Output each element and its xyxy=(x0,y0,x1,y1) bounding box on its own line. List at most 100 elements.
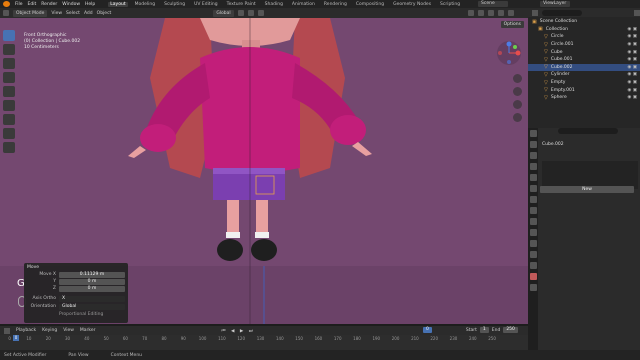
outliner-item[interactable]: ▽ Cube.002 ◉ ▣ xyxy=(528,63,640,72)
outliner-item[interactable]: ▽ Sphere ◉ ▣ xyxy=(528,94,640,102)
editor-type-icon[interactable] xyxy=(3,10,9,16)
viewlayer-selector[interactable]: ViewLayer xyxy=(540,1,570,7)
scene-selector[interactable]: Scene xyxy=(478,1,508,7)
visibility-toggles[interactable]: ◉ ▣ xyxy=(627,50,637,55)
select-tool-icon[interactable] xyxy=(3,30,15,41)
visibility-toggles[interactable]: ◉ ▣ xyxy=(627,27,637,32)
outliner-item[interactable]: ▽ Cube ◉ ▣ xyxy=(528,48,640,56)
constraints-tab-icon[interactable] xyxy=(529,251,537,258)
view-layer-tab-icon[interactable] xyxy=(529,163,537,170)
xray-icon[interactable] xyxy=(497,10,504,16)
outliner-item[interactable]: ▽ Circle.001 ◉ ▣ xyxy=(528,41,640,49)
measure-tool-icon[interactable] xyxy=(3,128,15,139)
material-slot-list[interactable] xyxy=(542,161,638,189)
navigation-gizmo-icon[interactable] xyxy=(496,40,522,66)
menu-render[interactable]: Render xyxy=(41,2,57,7)
output-tab-icon[interactable] xyxy=(529,152,537,159)
texture-tab-icon[interactable] xyxy=(529,284,537,291)
outliner-item[interactable]: ▽ Empty.001 ◉ ▣ xyxy=(528,86,640,94)
physics-tab-icon[interactable] xyxy=(529,240,537,247)
tab-uv-editing[interactable]: UV Editing xyxy=(192,2,219,7)
outliner-search-input[interactable] xyxy=(542,9,582,16)
tab-layout[interactable]: Layout xyxy=(108,1,128,7)
render-tab-icon[interactable] xyxy=(529,141,537,148)
data-tab-icon[interactable] xyxy=(529,262,537,269)
add-cube-tool-icon[interactable] xyxy=(3,142,15,153)
timeline-menu-playback[interactable]: Playback xyxy=(16,328,36,333)
outliner-item[interactable]: ▣ Scene Collection xyxy=(528,18,640,26)
header-menu-view[interactable]: View xyxy=(51,11,62,16)
visibility-toggles[interactable]: ◉ ▣ xyxy=(627,34,637,39)
tab-texture-paint[interactable]: Texture Paint xyxy=(225,2,258,7)
tab-compositing[interactable]: Compositing xyxy=(354,2,386,7)
outliner-item[interactable]: ▽ Cylinder ◉ ▣ xyxy=(528,71,640,79)
timeline-editor-icon[interactable] xyxy=(4,327,10,334)
overlay-toggle-icon[interactable] xyxy=(487,10,494,16)
world-tab-icon[interactable] xyxy=(529,185,537,192)
tab-sculpting[interactable]: Sculpting xyxy=(162,2,187,7)
end-frame-field[interactable]: 250 xyxy=(503,327,518,333)
move-y-field[interactable]: 0 m xyxy=(59,278,125,285)
menu-file[interactable]: File xyxy=(15,2,23,7)
current-frame-field[interactable]: 0 xyxy=(423,327,432,333)
collection-tab-icon[interactable] xyxy=(529,196,537,203)
outliner-item[interactable]: ▣ Collection ◉ ▣ xyxy=(528,26,640,34)
transform-tool-icon[interactable] xyxy=(3,100,15,111)
playhead[interactable]: 0 xyxy=(13,335,19,341)
filter-icon[interactable] xyxy=(634,9,640,16)
menu-window[interactable]: Window xyxy=(62,2,80,7)
operator-title[interactable]: Move xyxy=(27,265,125,270)
menu-edit[interactable]: Edit xyxy=(28,2,37,7)
playback-controls-icon[interactable]: ⏮ ◀ ▶ ⏭ xyxy=(221,328,254,334)
camera-view-icon[interactable] xyxy=(513,100,522,109)
move-tool-icon[interactable] xyxy=(3,58,15,69)
options-button[interactable]: Options xyxy=(500,21,524,28)
outliner-item[interactable]: ▽ Circle ◉ ▣ xyxy=(528,33,640,41)
perspective-toggle-icon[interactable] xyxy=(513,113,522,122)
tab-scripting[interactable]: Scripting xyxy=(438,2,462,7)
visibility-toggles[interactable]: ◉ ▣ xyxy=(627,88,637,93)
outliner-item[interactable]: ▽ Cube.001 ◉ ▣ xyxy=(528,56,640,64)
timeline[interactable]: 0 10 20 30 40 50 60 70 80 90 100 110 120 130 140 150 160… xyxy=(0,335,528,350)
header-menu-object[interactable]: Object xyxy=(97,11,112,16)
proportional-editing-checkbox[interactable]: Proportional Editing xyxy=(59,312,103,317)
new-material-button[interactable]: New xyxy=(540,186,634,193)
visibility-toggles[interactable]: ◉ ▣ xyxy=(627,80,637,85)
annotate-tool-icon[interactable] xyxy=(3,114,15,125)
shading-solid-icon[interactable] xyxy=(507,10,514,16)
visibility-icon[interactable] xyxy=(467,10,474,16)
outliner-editor-icon[interactable] xyxy=(532,9,538,16)
axis-ortho-dropdown[interactable]: X xyxy=(59,295,125,302)
mode-selector[interactable]: Object Mode xyxy=(13,9,48,17)
object-tab-icon[interactable] xyxy=(529,207,537,214)
tab-animation[interactable]: Animation xyxy=(290,2,317,7)
outliner-item[interactable]: ▽ Empty ◉ ▣ xyxy=(528,79,640,87)
tab-modeling[interactable]: Modeling xyxy=(133,2,157,7)
pivot-icon[interactable] xyxy=(237,10,244,16)
tab-shading[interactable]: Shading xyxy=(263,2,285,7)
tab-geometry-nodes[interactable]: Geometry Nodes xyxy=(391,2,433,7)
visibility-toggles[interactable]: ◉ ▣ xyxy=(627,65,637,70)
tab-rendering[interactable]: Rendering xyxy=(322,2,349,7)
tool-tab-icon[interactable] xyxy=(529,130,537,137)
rotate-tool-icon[interactable] xyxy=(3,72,15,83)
cursor-tool-icon[interactable] xyxy=(3,44,15,55)
move-x-field[interactable]: 0.11129 m xyxy=(59,271,125,278)
timeline-menu-view[interactable]: View xyxy=(63,328,74,333)
timeline-menu-marker[interactable]: Marker xyxy=(80,328,96,333)
visibility-toggles[interactable]: ◉ ▣ xyxy=(627,95,637,100)
proportional-icon[interactable] xyxy=(257,10,264,16)
transform-orientation[interactable]: Global xyxy=(213,9,234,17)
scale-tool-icon[interactable] xyxy=(3,86,15,97)
gizmo-toggle-icon[interactable] xyxy=(477,10,484,16)
menu-help[interactable]: Help xyxy=(85,2,95,7)
visibility-toggles[interactable]: ◉ ▣ xyxy=(627,57,637,62)
move-z-field[interactable]: 0 m xyxy=(59,285,125,292)
start-frame-field[interactable]: 1 xyxy=(479,327,489,333)
visibility-toggles[interactable]: ◉ ▣ xyxy=(627,42,637,47)
material-tab-icon[interactable] xyxy=(529,273,537,280)
header-menu-select[interactable]: Select xyxy=(66,11,80,16)
pan-icon[interactable] xyxy=(513,87,522,96)
visibility-toggles[interactable]: ◉ ▣ xyxy=(627,72,637,77)
orientation-dropdown[interactable]: Global xyxy=(59,303,125,310)
